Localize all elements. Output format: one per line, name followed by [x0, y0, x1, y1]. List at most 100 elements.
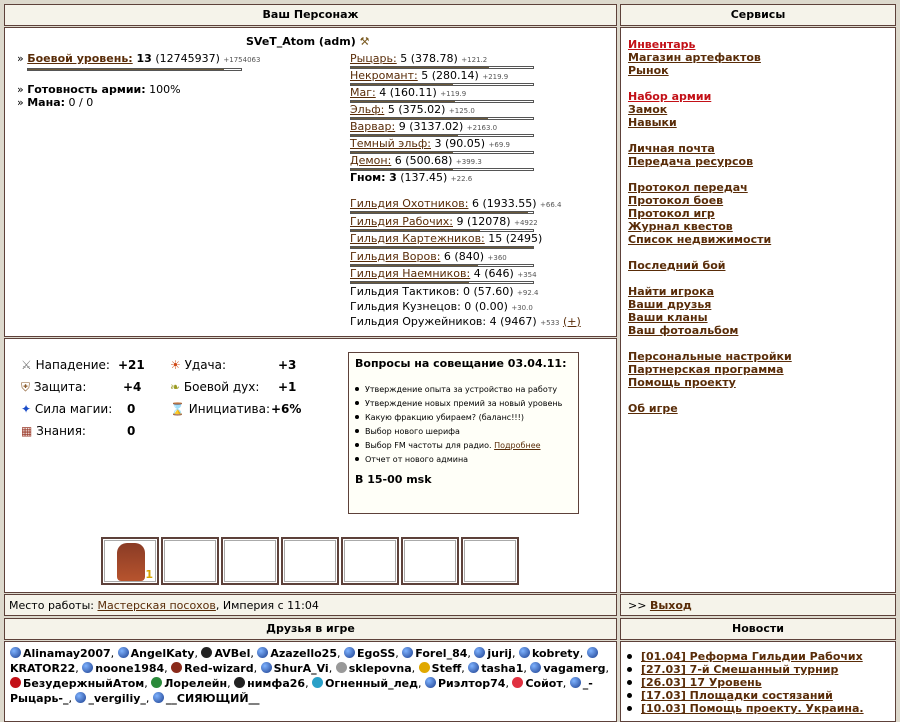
service-link-17[interactable]: Последний бой — [628, 259, 895, 272]
news-link[interactable]: [01.04] Реформа Гильдии Рабочих — [641, 650, 863, 663]
guild-level: 4 — [473, 267, 481, 280]
friend-link[interactable]: Риэлтор74 — [438, 677, 505, 690]
army-slot-4[interactable] — [281, 537, 339, 585]
friend-link[interactable]: jurij — [487, 647, 512, 660]
army-slot-7[interactable] — [461, 537, 519, 585]
friend-link[interactable]: sklepovna — [349, 662, 412, 675]
clan-icon — [10, 677, 21, 688]
friend-link[interactable]: Лорелейн — [164, 677, 227, 690]
friend-link[interactable]: Сойот — [525, 677, 562, 690]
army-slot-5[interactable] — [341, 537, 399, 585]
friend-link[interactable]: ShurA_Vi — [274, 662, 329, 675]
friend-link[interactable]: нимфа26 — [247, 677, 305, 690]
friend-link[interactable]: Forel_84 — [415, 647, 467, 660]
friend-link[interactable]: AVBel — [214, 647, 250, 660]
guild-next: +4922 — [514, 218, 538, 227]
combat-level: » Боевой уровень: 13 (12745937) +1754063 — [17, 52, 260, 71]
friends-header: Друзья в игре — [4, 618, 617, 640]
friend-link[interactable]: vagamerg — [543, 662, 605, 675]
friend-link[interactable]: tasha1 — [481, 662, 523, 675]
friend-item: _vergiliy_, — [75, 692, 152, 705]
guild-exp: (57.60) — [473, 284, 514, 298]
friend-link[interactable]: EgoSS — [357, 647, 395, 660]
friend-link[interactable]: Azazello25 — [270, 647, 337, 660]
faction-link[interactable]: Демон: — [350, 154, 391, 167]
army-slot-2[interactable] — [161, 537, 219, 585]
guild-link[interactable]: Гильдия Наемников: — [350, 267, 470, 280]
friend-link[interactable]: Red-wizard — [184, 662, 253, 675]
service-link-11[interactable]: Протокол передач — [628, 181, 895, 194]
guild-link[interactable]: Гильдия Рабочих: — [350, 215, 453, 228]
guild-next: +533 — [540, 318, 560, 327]
friend-link[interactable]: KRATOR22 — [10, 662, 75, 675]
friend-item: AngelKaty, — [117, 647, 202, 660]
service-link-8[interactable]: Личная почта — [628, 142, 895, 155]
army-slot-3[interactable] — [221, 537, 279, 585]
service-link-19[interactable]: Найти игрока — [628, 285, 895, 298]
friend-link[interactable]: AngelKaty — [131, 647, 195, 660]
army-slot-1[interactable]: 1 — [101, 537, 159, 585]
faction-row: Рыцарь: 5 (378.78) +121.2 — [350, 52, 610, 69]
friend-link[interactable]: Steff — [432, 662, 462, 675]
service-link-21[interactable]: Ваши кланы — [628, 311, 895, 324]
work-place-link[interactable]: Мастерская посохов — [97, 599, 215, 612]
character-name[interactable]: SVeT_Atom (adm) ⚒ — [246, 35, 369, 48]
friend-link[interactable]: Alinamay2007 — [23, 647, 111, 660]
shield-icon: ⛨ — [21, 380, 31, 394]
friend-link[interactable]: БезудержныйАтом — [23, 677, 144, 690]
service-link-28[interactable]: Об игре — [628, 402, 895, 415]
faction-exp: (375.02) — [398, 103, 446, 116]
service-link-9[interactable]: Передача ресурсов — [628, 155, 895, 168]
friend-link[interactable]: kobrety — [532, 647, 580, 660]
service-link-4[interactable]: Набор армии — [628, 90, 895, 103]
luck-stat: ☀ Удача: — [170, 358, 227, 372]
exit-link[interactable]: Выход — [650, 599, 692, 612]
service-link-20[interactable]: Ваши друзья — [628, 298, 895, 311]
meeting-more-link[interactable]: Подробнее — [494, 441, 540, 450]
service-link-2[interactable]: Рынок — [628, 64, 895, 77]
guild-link[interactable]: Гильдия Картежников: — [350, 232, 485, 245]
friend-link[interactable]: noone1984 — [95, 662, 164, 675]
faction-link[interactable]: Рыцарь: — [350, 52, 397, 65]
guild-link[interactable]: Гильдия Воров: — [350, 250, 440, 263]
gnome-row: Гном: 3 (137.45) +22.6 — [350, 171, 610, 197]
service-link-12[interactable]: Протокол боев — [628, 194, 895, 207]
service-link-26[interactable]: Помощь проекту — [628, 376, 895, 389]
service-link-0[interactable]: Инвентарь — [628, 38, 895, 51]
clan-icon — [151, 677, 163, 688]
guild-expand-link[interactable]: (+) — [563, 315, 581, 328]
service-link-15[interactable]: Список недвижимости — [628, 233, 895, 246]
faction-link[interactable]: Варвар: — [350, 120, 395, 133]
service-link-5[interactable]: Замок — [628, 103, 895, 116]
clan-icon — [518, 647, 530, 658]
service-link-24[interactable]: Персональные настройки — [628, 350, 895, 363]
service-link-25[interactable]: Партнерская программа — [628, 363, 895, 376]
services-spacer — [628, 389, 895, 402]
clan-icon — [75, 692, 87, 703]
service-link-1[interactable]: Магазин артефактов — [628, 51, 895, 64]
faction-link[interactable]: Темный эльф: — [350, 137, 431, 150]
swords-icon: ⚔ — [21, 358, 32, 372]
faction-link[interactable]: Эльф: — [350, 103, 384, 116]
news-link[interactable]: [26.03] 17 Уровень — [641, 676, 762, 689]
friend-link[interactable]: __СИЯЮЩИЙ__ — [166, 692, 260, 705]
guild-row: Гильдия Тактиков: 0 (57.60) +92.4 — [350, 285, 610, 300]
news-link[interactable]: [17.03] Площадки состязаний — [641, 689, 833, 702]
army-slot-6[interactable] — [401, 537, 459, 585]
initiative-value: +6% — [271, 402, 302, 416]
news-link[interactable]: [10.03] Помощь проекту. Украина. — [641, 702, 864, 715]
faction-link[interactable]: Маг: — [350, 86, 376, 99]
guild-link[interactable]: Гильдия Охотников: — [350, 197, 468, 210]
friend-link[interactable]: Огненный_лед — [325, 677, 418, 690]
faction-link[interactable]: Некромант: — [350, 69, 418, 82]
clan-icon — [152, 692, 164, 703]
friend-item: AVBel, — [201, 647, 257, 660]
friend-link[interactable]: _vergiliy_ — [88, 692, 145, 705]
service-link-13[interactable]: Протокол игр — [628, 207, 895, 220]
service-link-6[interactable]: Навыки — [628, 116, 895, 129]
combat-level-link[interactable]: Боевой уровень: — [27, 52, 132, 65]
news-link[interactable]: [27.03] 7-й Смешанный турнир — [641, 663, 838, 676]
service-link-14[interactable]: Журнал квестов — [628, 220, 895, 233]
service-link-22[interactable]: Ваш фотоальбом — [628, 324, 895, 337]
guild-next: +30.0 — [511, 303, 533, 312]
